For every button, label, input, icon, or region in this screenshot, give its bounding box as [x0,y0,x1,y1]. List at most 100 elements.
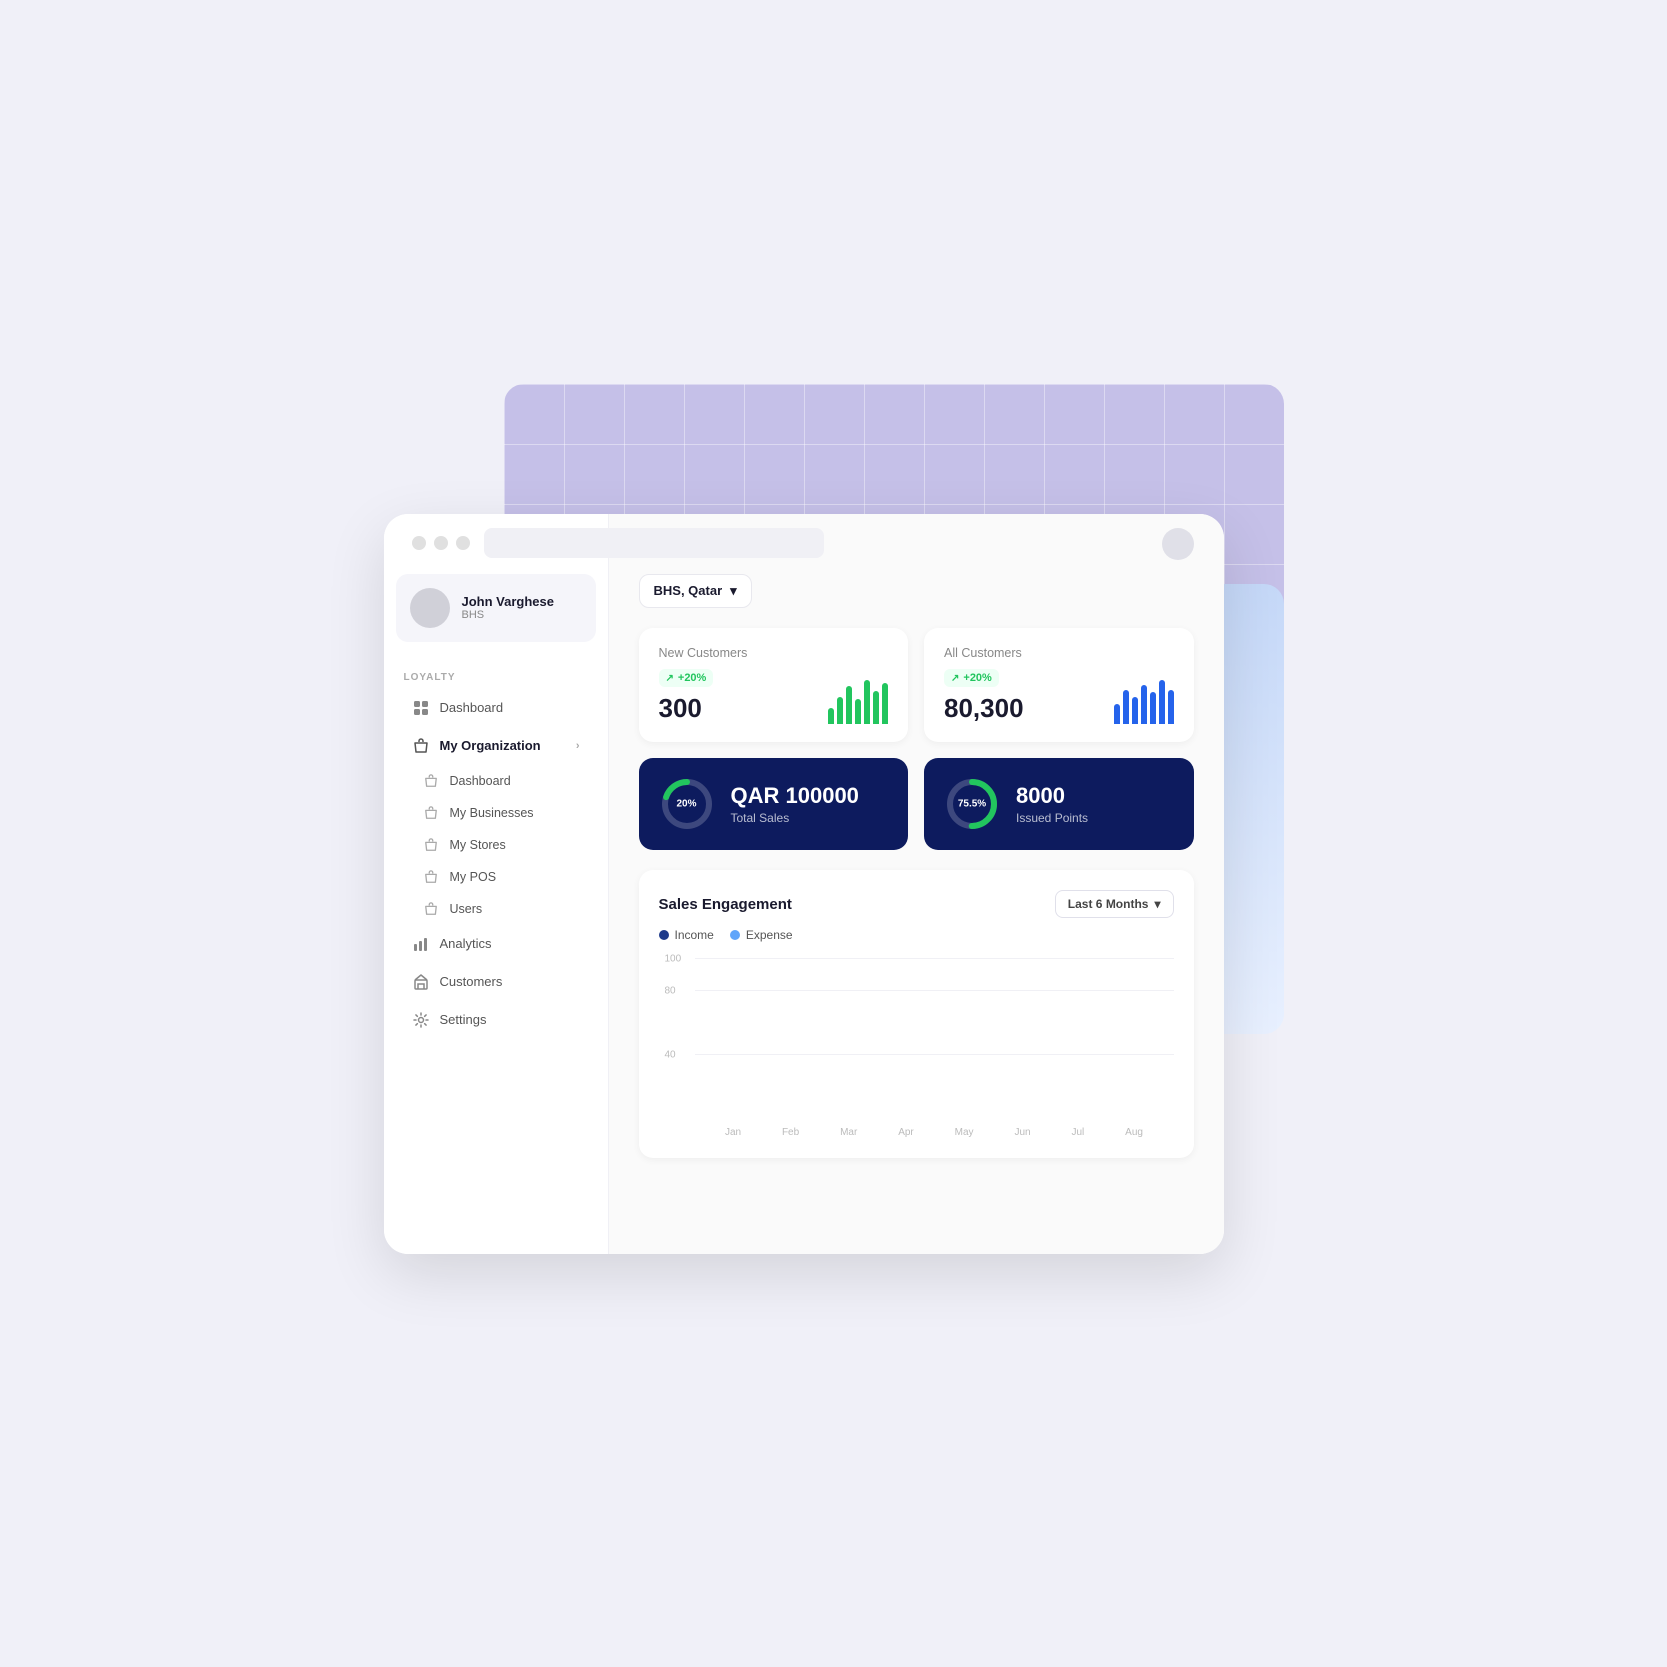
analytics-label: Analytics [440,936,492,951]
chart-filter-label: Last 6 Months [1068,897,1149,911]
chart-icon [412,935,430,953]
sidebar-item-dashboard[interactable]: Dashboard [392,690,600,726]
x-label: Feb [782,1127,799,1138]
issued-points-card: 75.5% 8000 Issued Points [924,758,1194,850]
x-label: Apr [898,1127,914,1138]
trend-up-icon-2: ↗ [951,673,959,684]
income-legend: Income [659,928,714,942]
new-customers-chart [828,676,888,724]
top-right-avatar[interactable] [1162,528,1194,560]
mini-bar [846,686,852,725]
gear-icon [412,1011,430,1029]
settings-label: Settings [440,1012,487,1027]
traffic-dot-3 [456,536,470,550]
user-org: BHS [462,609,554,621]
new-customers-title: New Customers [659,646,889,660]
mini-bar [1168,690,1174,724]
total-sales-card: 20% QAR 100000 Total Sales [639,758,909,850]
total-sales-info: QAR 100000 Total Sales [731,783,859,825]
new-customers-badge-value: +20% [678,672,706,684]
nav-section-loyalty: LOYALTY [384,672,608,683]
new-customers-card: New Customers ↗ +20% 300 [639,628,909,743]
location-label: BHS, Qatar [654,583,723,598]
x-label: Aug [1125,1127,1143,1138]
all-customers-card: All Customers ↗ +20% 80,300 [924,628,1194,743]
bar-chart: 100 80 40 JanFebMarAprMayJunJulAug [659,958,1174,1138]
y-label-80: 80 [665,986,676,997]
mini-bar [873,691,879,724]
total-sales-donut: 20% [659,776,715,832]
all-customers-title: All Customers [944,646,1174,660]
mini-bar [1141,685,1147,724]
sidebar-item-my-businesses[interactable]: My Businesses [384,797,608,829]
chevron-right-icon: › [576,740,580,752]
sidebar-item-org-dashboard[interactable]: Dashboard [384,765,608,797]
main-content: BHS, Qatar ▾ New Customers ↗ +20% 300 [609,514,1224,1254]
bag-icon-sub5 [422,900,440,918]
bag-icon-org [412,737,430,755]
chart-filter-dropdown[interactable]: Last 6 Months ▾ [1055,890,1174,918]
issued-points-donut: 75.5% [944,776,1000,832]
sidebar-item-settings[interactable]: Settings [392,1002,600,1038]
user-name: John Varghese [462,594,554,609]
avatar [410,588,450,628]
y-label-100: 100 [665,954,682,965]
x-label: Jun [1014,1127,1030,1138]
chart-title: Sales Engagement [659,896,792,913]
org-dashboard-label: Dashboard [450,774,511,788]
total-sales-percent: 20% [676,799,696,810]
x-labels: JanFebMarAprMayJunJulAug [695,1127,1174,1138]
x-label: May [955,1127,974,1138]
sidebar-item-my-stores[interactable]: My Stores [384,829,608,861]
stats-row: New Customers ↗ +20% 300 [639,628,1194,743]
mini-bar [837,697,843,725]
mini-bar [1123,690,1129,724]
my-stores-label: My Stores [450,838,506,852]
all-customers-value: 80,300 [944,693,1024,724]
x-label: Jul [1071,1127,1084,1138]
sidebar-dashboard-label: Dashboard [440,700,504,715]
issued-points-label: Issued Points [1016,811,1088,825]
trend-up-icon: ↗ [666,673,674,684]
bars-container [695,958,1174,1118]
chart-header: Sales Engagement Last 6 Months ▾ [659,890,1174,918]
sidebar-item-analytics[interactable]: Analytics [392,926,600,962]
customers-label: Customers [440,974,503,989]
total-sales-label: Total Sales [731,811,859,825]
main-card: John Varghese BHS LOYALTY Dashboard [384,514,1224,1254]
all-customers-chart [1114,676,1174,724]
new-customers-left: ↗ +20% 300 [659,668,714,725]
mini-bar [864,680,870,724]
user-info: John Varghese BHS [462,594,554,621]
traffic-lights [412,536,470,550]
new-customers-badge: ↗ +20% [659,669,714,687]
sidebar-item-my-organization[interactable]: My Organization › [392,728,600,764]
dark-stats-row: 20% QAR 100000 Total Sales 75.5% [639,758,1194,850]
x-label: Mar [840,1127,857,1138]
traffic-dot-2 [434,536,448,550]
scene: John Varghese BHS LOYALTY Dashboard [384,384,1284,1284]
issued-points-percent: 75.5% [958,799,986,810]
all-customers-left: ↗ +20% 80,300 [944,668,1024,725]
all-customers-badge: ↗ +20% [944,669,999,687]
bag-icon-sub4 [422,868,440,886]
income-legend-label: Income [675,928,714,942]
bag-icon-sub3 [422,836,440,854]
issued-points-value: 8000 [1016,783,1088,809]
grid-icon [412,699,430,717]
income-dot [659,930,669,940]
my-pos-label: My POS [450,870,497,884]
traffic-dot-1 [412,536,426,550]
sidebar-item-my-pos[interactable]: My POS [384,861,608,893]
sidebar-item-users[interactable]: Users [384,893,608,925]
mini-bar [1114,704,1120,724]
search-bar[interactable] [484,528,824,558]
mini-bar [1159,680,1165,724]
chevron-down-icon: ▾ [730,583,737,599]
all-customers-badge-value: +20% [963,672,991,684]
location-select[interactable]: BHS, Qatar ▾ [639,574,752,608]
new-customers-body: ↗ +20% 300 [659,668,889,725]
expense-dot [730,930,740,940]
y-label-40: 40 [665,1050,676,1061]
sidebar-item-customers[interactable]: Customers [392,964,600,1000]
